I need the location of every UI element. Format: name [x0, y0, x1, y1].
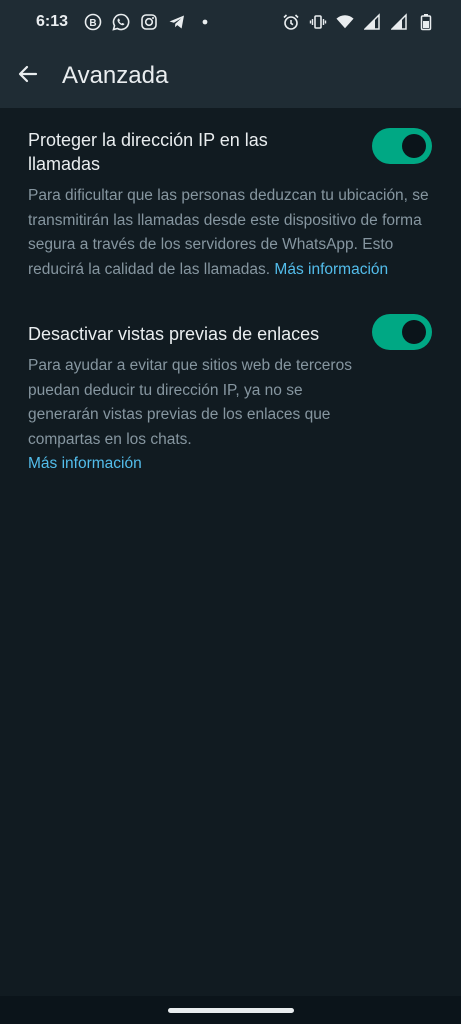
more-info-link[interactable]: Más información — [28, 455, 142, 472]
signal-icon — [390, 13, 408, 31]
svg-text:B: B — [89, 18, 96, 29]
page-title: Avanzada — [62, 62, 169, 89]
status-time: 6:13 — [36, 13, 69, 30]
whatsapp-icon — [112, 13, 130, 31]
back-button[interactable] — [0, 48, 56, 104]
status-left: 6:13 B — [36, 13, 214, 31]
telegram-icon — [168, 13, 186, 31]
setting-description-text: Para ayudar a evitar que sitios web de t… — [28, 357, 352, 448]
navigation-bar — [0, 996, 461, 1024]
instagram-icon — [140, 13, 158, 31]
more-info-link[interactable]: Más información — [274, 261, 388, 278]
vibrate-icon — [309, 13, 327, 31]
protect-ip-toggle[interactable] — [372, 128, 432, 164]
dot-icon — [196, 13, 214, 31]
alarm-icon — [282, 13, 300, 31]
toggle-knob — [402, 134, 426, 158]
signal-icon — [363, 13, 381, 31]
setting-disable-link-previews[interactable]: Desactivar vistas previas de enlaces Par… — [0, 282, 461, 477]
setting-description: Para dificultar que las personas deduzca… — [28, 184, 431, 282]
status-right — [282, 13, 435, 31]
setting-title: Proteger la dirección IP en las llamadas — [28, 130, 268, 174]
home-gesture-handle[interactable] — [167, 1007, 294, 1013]
toggle-knob — [402, 320, 426, 344]
b-badge-icon: B — [84, 13, 102, 31]
battery-icon — [417, 13, 435, 31]
status-bar: 6:13 B — [0, 0, 461, 44]
app-bar: Avanzada — [0, 44, 461, 108]
setting-description: Para ayudar a evitar que sitios web de t… — [28, 354, 361, 477]
settings-list: Proteger la dirección IP en las llamadas… — [0, 108, 461, 477]
arrow-left-icon — [16, 62, 40, 91]
setting-protect-ip[interactable]: Proteger la dirección IP en las llamadas… — [0, 108, 461, 282]
link-previews-toggle[interactable] — [372, 314, 432, 350]
wifi-icon — [336, 13, 354, 31]
setting-title: Desactivar vistas previas de enlaces — [28, 324, 320, 344]
